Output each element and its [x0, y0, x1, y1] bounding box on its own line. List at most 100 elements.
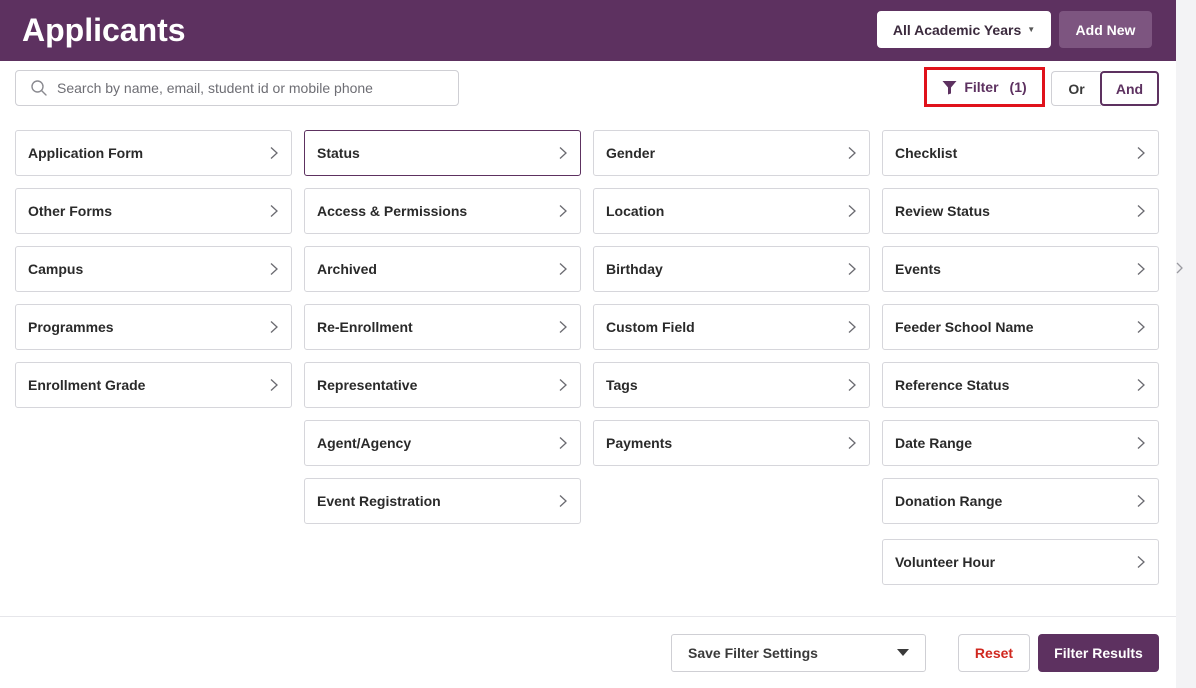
chevron-right-icon	[848, 379, 856, 391]
logic-and-button[interactable]: And	[1100, 71, 1159, 106]
applicants-page: Applicants All Academic Years ▼ Add New …	[0, 0, 1176, 688]
page-header: Applicants All Academic Years ▼ Add New	[0, 0, 1176, 61]
filter-category-label: Birthday	[606, 261, 663, 277]
chevron-right-icon	[1137, 495, 1145, 507]
chevron-right-icon	[1137, 379, 1145, 391]
filter-count: (1)	[1009, 79, 1027, 95]
filter-category-label: Programmes	[28, 319, 114, 335]
filter-category-item[interactable]: Date Range	[882, 420, 1159, 466]
filter-category-label: Review Status	[895, 203, 990, 219]
chevron-right-icon	[270, 205, 278, 217]
filter-category-item[interactable]: Donation Range	[882, 478, 1159, 524]
filter-category-label: Events	[895, 261, 941, 277]
chevron-right-icon	[270, 147, 278, 159]
filter-category-item[interactable]: Status	[304, 130, 581, 176]
filter-category-label: Payments	[606, 435, 673, 451]
chevron-right-icon	[848, 321, 856, 333]
filter-category-label: Other Forms	[28, 203, 113, 219]
filter-category-item[interactable]: Archived	[304, 246, 581, 292]
filter-footer: Save Filter Settings Reset Filter Result…	[0, 616, 1176, 688]
filter-category-item[interactable]: Feeder School Name	[882, 304, 1159, 350]
filter-button[interactable]: Filter (1)	[924, 67, 1045, 107]
filter-category-item[interactable]: Application Form	[15, 130, 292, 176]
chevron-right-icon	[1137, 556, 1145, 568]
chevron-right-icon	[559, 321, 567, 333]
filter-category-label: Archived	[317, 261, 377, 277]
filter-category-item[interactable]: Review Status	[882, 188, 1159, 234]
filter-category-item[interactable]: Reference Status	[882, 362, 1159, 408]
page-title: Applicants	[22, 12, 186, 48]
chevron-right-icon	[559, 379, 567, 391]
filter-label: Filter	[964, 79, 999, 95]
chevron-right-icon	[1137, 147, 1145, 159]
filter-category-label: Representative	[317, 377, 418, 393]
caret-down-icon: ▼	[1027, 25, 1036, 34]
filter-category-item[interactable]: Volunteer Hour	[882, 539, 1159, 585]
chevron-right-icon	[559, 437, 567, 449]
search-box[interactable]	[15, 70, 459, 106]
filter-category-item[interactable]: Access & Permissions	[304, 188, 581, 234]
search-icon	[31, 80, 47, 96]
filter-category-label: Application Form	[28, 145, 144, 161]
chevron-right-icon	[1137, 321, 1145, 333]
caret-down-icon	[897, 649, 909, 656]
chevron-right-icon	[559, 263, 567, 275]
filter-category-item[interactable]: Enrollment Grade	[15, 362, 292, 408]
chevron-right-icon	[270, 321, 278, 333]
filter-category-item[interactable]: Other Forms	[15, 188, 292, 234]
filter-category-item[interactable]: Re-Enrollment	[304, 304, 581, 350]
filter-category-label: Donation Range	[895, 493, 1003, 509]
filter-category-grid: Application Form Other Forms Campus Program…	[0, 116, 1176, 616]
filter-category-item[interactable]: Location	[593, 188, 870, 234]
reset-button[interactable]: Reset	[958, 634, 1030, 672]
chevron-right-icon	[1137, 437, 1145, 449]
filter-category-item[interactable]: Agent/Agency	[304, 420, 581, 466]
funnel-icon	[942, 80, 957, 94]
filter-category-label: Reference Status	[895, 377, 1010, 393]
filter-category-item[interactable]: Campus	[15, 246, 292, 292]
filter-category-label: Agent/Agency	[317, 435, 412, 451]
filter-category-label: Checklist	[895, 145, 958, 161]
filter-category-item[interactable]: Tags	[593, 362, 870, 408]
academic-year-dropdown[interactable]: All Academic Years ▼	[877, 11, 1051, 48]
save-filter-settings-select[interactable]: Save Filter Settings	[671, 634, 926, 672]
filter-category-item[interactable]: Custom Field	[593, 304, 870, 350]
filter-category-label: Status	[317, 145, 360, 161]
chevron-right-icon	[848, 263, 856, 275]
filter-category-item[interactable]: Event Registration	[304, 478, 581, 524]
chevron-right-icon	[559, 205, 567, 217]
filter-category-label: Tags	[606, 377, 638, 393]
search-input[interactable]	[57, 80, 437, 96]
filter-category-item[interactable]: Payments	[593, 420, 870, 466]
chevron-right-icon	[270, 263, 278, 275]
filter-category-label: Event Registration	[317, 493, 441, 509]
chevron-right-icon	[848, 437, 856, 449]
filter-category-label: Custom Field	[606, 319, 695, 335]
chevron-right-icon	[1137, 263, 1145, 275]
filter-category-label: Access & Permissions	[317, 203, 468, 219]
filter-category-label: Feeder School Name	[895, 319, 1034, 335]
filter-category-item[interactable]: Birthday	[593, 246, 870, 292]
save-filter-settings-label: Save Filter Settings	[688, 645, 818, 661]
filter-category-item[interactable]: Checklist	[882, 130, 1159, 176]
add-new-button[interactable]: Add New	[1059, 11, 1152, 48]
filter-category-item[interactable]: Programmes	[15, 304, 292, 350]
filter-category-item[interactable]: Events	[882, 246, 1159, 292]
filter-results-button[interactable]: Filter Results	[1038, 634, 1159, 672]
filter-category-label: Re-Enrollment	[317, 319, 413, 335]
chevron-right-icon	[559, 495, 567, 507]
filter-category-label: Volunteer Hour	[895, 554, 996, 570]
filter-category-label: Date Range	[895, 435, 973, 451]
chevron-right-icon	[848, 147, 856, 159]
filter-category-label: Location	[606, 203, 665, 219]
filter-category-item[interactable]: Gender	[593, 130, 870, 176]
chevron-right-icon[interactable]	[1176, 262, 1184, 274]
chevron-right-icon	[848, 205, 856, 217]
filter-toolbar: Filter (1) Or And	[0, 61, 1176, 116]
logic-or-button[interactable]: Or	[1051, 71, 1101, 106]
filter-category-label: Campus	[28, 261, 84, 277]
filter-category-item[interactable]: Representative	[304, 362, 581, 408]
chevron-right-icon	[270, 379, 278, 391]
filter-category-label: Gender	[606, 145, 656, 161]
chevron-right-icon	[559, 147, 567, 159]
